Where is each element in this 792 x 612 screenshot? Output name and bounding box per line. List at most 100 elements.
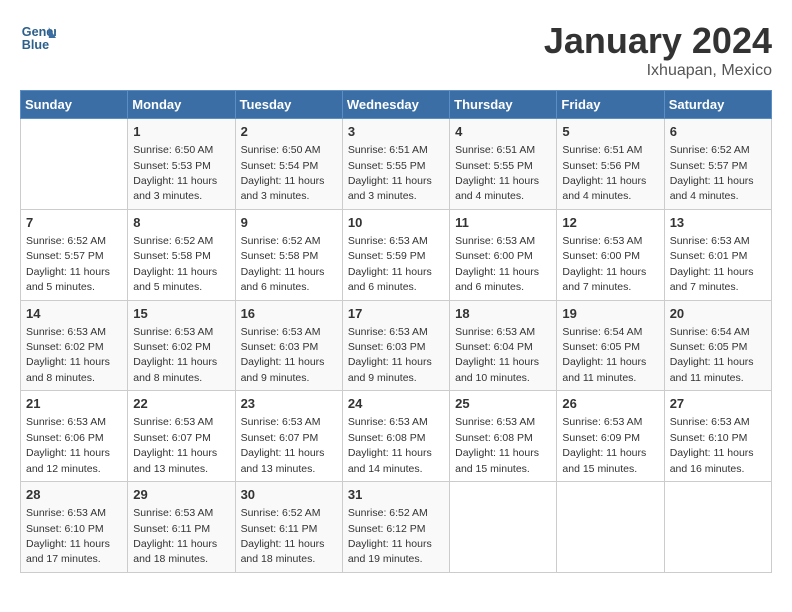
calendar-cell: 23 Sunrise: 6:53 AM Sunset: 6:07 PM Dayli… [235,391,342,482]
day-info: Sunrise: 6:53 AM Sunset: 6:11 PM Dayligh… [133,507,217,565]
day-info: Sunrise: 6:52 AM Sunset: 6:12 PM Dayligh… [348,507,432,565]
calendar-cell [21,119,128,210]
day-number: 7 [26,214,122,232]
calendar-cell: 15Sunrise: 6:53 AM Sunset: 6:02 PM Dayli… [128,300,235,391]
calendar-cell: 7 Sunrise: 6:52 AM Sunset: 5:57 PM Daylig… [21,209,128,300]
day-number: 21 [26,395,122,413]
day-number: 1 [133,123,229,141]
day-info: Sunrise: 6:53 AM Sunset: 6:02 PM Dayligh… [26,326,110,384]
day-number: 22 [133,395,229,413]
day-number: 31 [348,486,444,504]
day-number: 29 [133,486,229,504]
day-info: Sunrise: 6:53 AM Sunset: 6:03 PM Dayligh… [241,326,325,384]
day-number: 14 [26,305,122,323]
day-info: Sunrise: 6:50 AM Sunset: 5:53 PM Dayligh… [133,144,217,202]
day-number: 24 [348,395,444,413]
page-header: General Blue January 2024 Ixhuapan, Mexi… [20,20,772,80]
title-block: January 2024 Ixhuapan, Mexico [544,20,772,80]
svg-text:Blue: Blue [22,38,49,52]
calendar-cell: 18 Sunrise: 6:53 AM Sunset: 6:04 PM Dayli… [450,300,557,391]
day-number: 17 [348,305,444,323]
calendar-cell: 27 Sunrise: 6:53 AM Sunset: 6:10 PM Dayli… [664,391,771,482]
day-info: Sunrise: 6:53 AM Sunset: 6:00 PM Dayligh… [562,235,646,293]
day-info: Sunrise: 6:51 AM Sunset: 5:55 PM Dayligh… [455,144,539,202]
day-info: Sunrise: 6:52 AM Sunset: 5:57 PM Dayligh… [670,144,754,202]
day-number: 27 [670,395,766,413]
calendar-cell: 22 Sunrise: 6:53 AM Sunset: 6:07 PM Dayli… [128,391,235,482]
day-info: Sunrise: 6:53 AM Sunset: 6:02 PM Dayligh… [133,326,217,384]
day-info: Sunrise: 6:53 AM Sunset: 6:08 PM Dayligh… [348,416,432,474]
day-info: Sunrise: 6:53 AM Sunset: 6:07 PM Dayligh… [241,416,325,474]
day-info: Sunrise: 6:50 AM Sunset: 5:54 PM Dayligh… [241,144,325,202]
calendar-cell: 14 Sunrise: 6:53 AM Sunset: 6:02 PM Dayli… [21,300,128,391]
day-number: 30 [241,486,337,504]
day-info: Sunrise: 6:53 AM Sunset: 6:07 PM Dayligh… [133,416,217,474]
day-number: 4 [455,123,551,141]
calendar-cell: 21 Sunrise: 6:53 AM Sunset: 6:06 PM Dayli… [21,391,128,482]
day-number: 16 [241,305,337,323]
day-info: Sunrise: 6:53 AM Sunset: 6:00 PM Dayligh… [455,235,539,293]
calendar-table: SundayMondayTuesdayWednesdayThursdayFrid… [20,90,772,573]
day-number: 6 [670,123,766,141]
day-number: 8 [133,214,229,232]
day-number: 9 [241,214,337,232]
day-number: 20 [670,305,766,323]
day-info: Sunrise: 6:53 AM Sunset: 6:08 PM Dayligh… [455,416,539,474]
weekday-header-saturday: Saturday [664,91,771,119]
day-info: Sunrise: 6:51 AM Sunset: 5:56 PM Dayligh… [562,144,646,202]
calendar-cell: 13Sunrise: 6:53 AM Sunset: 6:01 PM Dayli… [664,209,771,300]
day-number: 3 [348,123,444,141]
weekday-header-tuesday: Tuesday [235,91,342,119]
calendar-cell: 3Sunrise: 6:51 AM Sunset: 5:55 PM Daylig… [342,119,449,210]
calendar-cell: 11 Sunrise: 6:53 AM Sunset: 6:00 PM Dayli… [450,209,557,300]
day-number: 23 [241,395,337,413]
calendar-cell: 17 Sunrise: 6:53 AM Sunset: 6:03 PM Dayli… [342,300,449,391]
calendar-cell [664,482,771,573]
day-number: 18 [455,305,551,323]
location: Ixhuapan, Mexico [544,62,772,80]
calendar-cell: 20 Sunrise: 6:54 AM Sunset: 6:05 PM Dayli… [664,300,771,391]
day-number: 10 [348,214,444,232]
calendar-cell: 26Sunrise: 6:53 AM Sunset: 6:09 PM Dayli… [557,391,664,482]
calendar-cell: 6 Sunrise: 6:52 AM Sunset: 5:57 PM Daylig… [664,119,771,210]
day-info: Sunrise: 6:52 AM Sunset: 5:57 PM Dayligh… [26,235,110,293]
day-info: Sunrise: 6:53 AM Sunset: 6:03 PM Dayligh… [348,326,432,384]
calendar-cell: 12 Sunrise: 6:53 AM Sunset: 6:00 PM Dayli… [557,209,664,300]
day-info: Sunrise: 6:53 AM Sunset: 6:10 PM Dayligh… [670,416,754,474]
week-row-4: 21 Sunrise: 6:53 AM Sunset: 6:06 PM Dayli… [21,391,772,482]
calendar-cell: 10 Sunrise: 6:53 AM Sunset: 5:59 PM Dayli… [342,209,449,300]
day-info: Sunrise: 6:53 AM Sunset: 6:06 PM Dayligh… [26,416,110,474]
calendar-cell: 31 Sunrise: 6:52 AM Sunset: 6:12 PM Dayli… [342,482,449,573]
week-row-2: 7 Sunrise: 6:52 AM Sunset: 5:57 PM Daylig… [21,209,772,300]
calendar-cell: 8Sunrise: 6:52 AM Sunset: 5:58 PM Daylig… [128,209,235,300]
day-info: Sunrise: 6:54 AM Sunset: 6:05 PM Dayligh… [562,326,646,384]
calendar-cell: 5 Sunrise: 6:51 AM Sunset: 5:56 PM Daylig… [557,119,664,210]
calendar-cell: 2Sunrise: 6:50 AM Sunset: 5:54 PM Daylig… [235,119,342,210]
day-number: 11 [455,214,551,232]
calendar-cell: 1 Sunrise: 6:50 AM Sunset: 5:53 PM Daylig… [128,119,235,210]
day-info: Sunrise: 6:53 AM Sunset: 5:59 PM Dayligh… [348,235,432,293]
day-number: 28 [26,486,122,504]
calendar-cell: 9 Sunrise: 6:52 AM Sunset: 5:58 PM Daylig… [235,209,342,300]
weekday-header-wednesday: Wednesday [342,91,449,119]
calendar-cell: 25Sunrise: 6:53 AM Sunset: 6:08 PM Dayli… [450,391,557,482]
weekday-header-monday: Monday [128,91,235,119]
day-info: Sunrise: 6:52 AM Sunset: 6:11 PM Dayligh… [241,507,325,565]
day-info: Sunrise: 6:53 AM Sunset: 6:10 PM Dayligh… [26,507,110,565]
weekday-header-sunday: Sunday [21,91,128,119]
day-info: Sunrise: 6:54 AM Sunset: 6:05 PM Dayligh… [670,326,754,384]
weekday-header-thursday: Thursday [450,91,557,119]
calendar-cell: 28 Sunrise: 6:53 AM Sunset: 6:10 PM Dayli… [21,482,128,573]
logo: General Blue [20,20,56,56]
day-number: 12 [562,214,658,232]
day-number: 5 [562,123,658,141]
weekday-header-friday: Friday [557,91,664,119]
day-info: Sunrise: 6:52 AM Sunset: 5:58 PM Dayligh… [241,235,325,293]
calendar-cell: 29 Sunrise: 6:53 AM Sunset: 6:11 PM Dayli… [128,482,235,573]
day-number: 19 [562,305,658,323]
logo-icon: General Blue [20,20,56,56]
day-info: Sunrise: 6:53 AM Sunset: 6:09 PM Dayligh… [562,416,646,474]
day-info: Sunrise: 6:53 AM Sunset: 6:04 PM Dayligh… [455,326,539,384]
month-title: January 2024 [544,20,772,62]
calendar-cell [557,482,664,573]
